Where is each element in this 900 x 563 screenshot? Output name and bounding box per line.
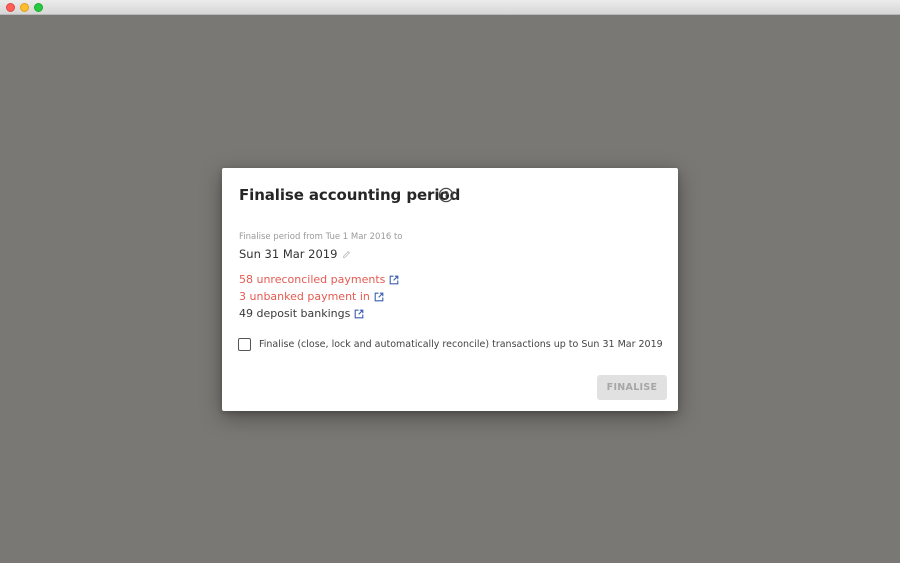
end-date-field[interactable]: Sun 31 Mar 2019 — [239, 246, 351, 262]
unbanked-payments-text[interactable]: 3 unbanked payment in — [239, 290, 370, 303]
window-titlebar — [0, 0, 900, 15]
finalise-confirm-label[interactable]: Finalise (close, lock and automatically … — [259, 339, 663, 350]
minimize-window-button[interactable] — [20, 3, 29, 12]
deposit-bankings-link[interactable]: 49 deposit bankings — [239, 306, 364, 321]
end-date-value[interactable]: Sun 31 Mar 2019 — [239, 247, 337, 261]
pencil-icon[interactable] — [342, 250, 351, 259]
question-circle-icon[interactable] — [438, 187, 454, 203]
finalise-period-dialog: Finalise accounting period Finalise peri… — [222, 168, 678, 411]
unreconciled-payments-link[interactable]: 58 unreconciled payments — [239, 272, 399, 287]
unbanked-payments-link[interactable]: 3 unbanked payment in — [239, 289, 384, 304]
finalise-confirm-checkbox[interactable] — [238, 338, 251, 351]
finalise-button[interactable]: FINALISE — [597, 375, 667, 400]
period-range-label: Finalise period from Tue 1 Mar 2016 to — [239, 232, 403, 242]
dialog-title: Finalise accounting period — [239, 186, 461, 204]
unreconciled-payments-text[interactable]: 58 unreconciled payments — [239, 273, 385, 286]
external-link-icon[interactable] — [354, 309, 364, 319]
finalise-confirm-row[interactable]: Finalise (close, lock and automatically … — [238, 338, 663, 351]
deposit-bankings-text[interactable]: 49 deposit bankings — [239, 307, 350, 320]
maximize-window-button[interactable] — [34, 3, 43, 12]
external-link-icon[interactable] — [374, 292, 384, 302]
external-link-icon[interactable] — [389, 275, 399, 285]
close-window-button[interactable] — [6, 3, 15, 12]
